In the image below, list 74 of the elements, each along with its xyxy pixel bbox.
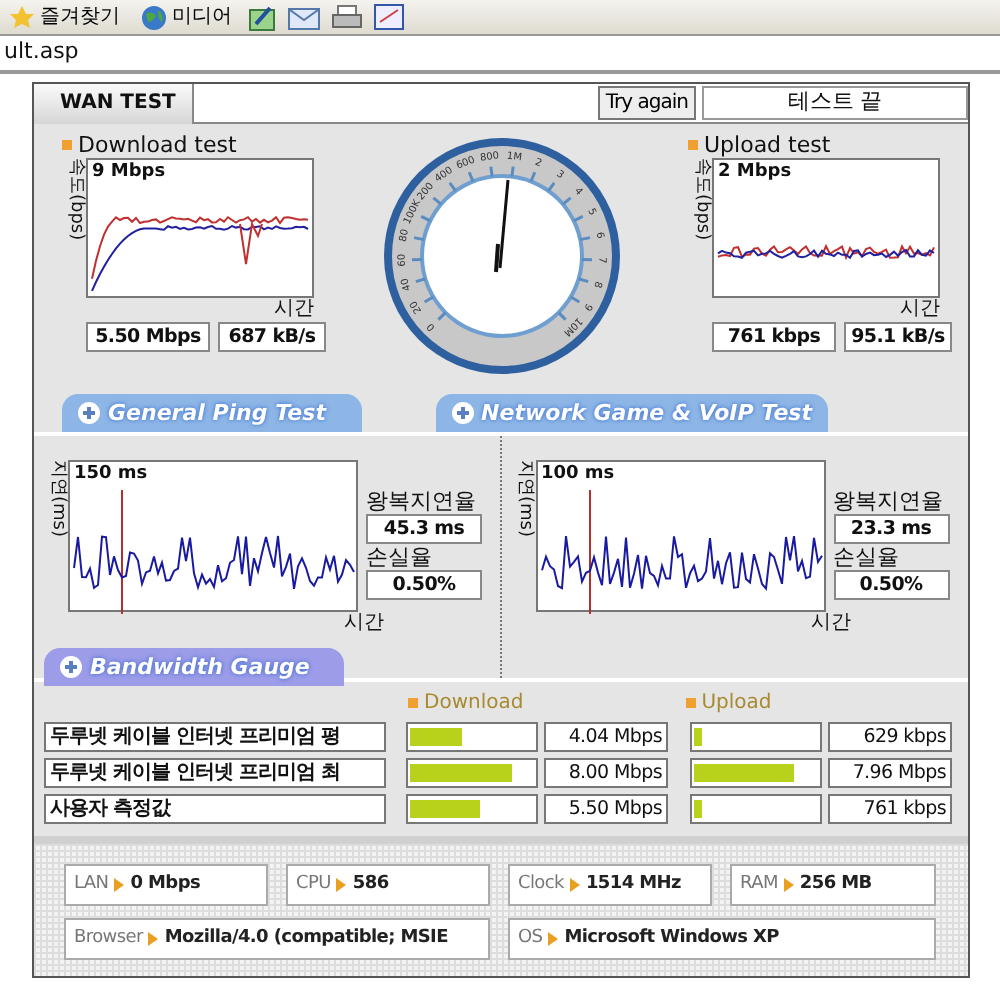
plus-icon: [451, 402, 474, 424]
arrow-icon: [336, 878, 347, 892]
arrow-icon: [569, 878, 580, 892]
value-cell: 4.04 Mbps: [544, 722, 668, 752]
value-cell: 8.00 Mbps: [544, 758, 668, 788]
mail-icon: [288, 5, 320, 29]
value-cell: 7.96 Mbps: [828, 758, 952, 788]
arrow-icon: [114, 878, 125, 892]
info-value: Mozilla/4.0 (compatible; MSIE: [164, 928, 448, 950]
stat-label: 손실율: [366, 544, 434, 571]
info-label: LAN: [74, 874, 109, 896]
info-label: CPU: [296, 874, 331, 896]
value-cell: 629 kbps: [828, 722, 952, 752]
try-again-button[interactable]: Try again: [597, 86, 696, 120]
axis-label: 지연(ms): [513, 460, 535, 541]
info-value: 1514 MHz: [585, 874, 681, 896]
plus-icon: [78, 402, 100, 424]
info-label: Clock: [518, 874, 564, 896]
axis-label: 시간: [809, 612, 851, 636]
address-bar[interactable]: ult.asp: [0, 36, 1000, 74]
printer-icon: [332, 4, 362, 30]
bullet-icon: [688, 140, 698, 151]
arrow-icon: [148, 932, 159, 946]
arrow-icon: [783, 878, 794, 892]
axis-label: 속도(bps): [690, 158, 712, 245]
bullet-icon: [62, 140, 72, 151]
plus-icon: [60, 656, 82, 678]
chart-max-label: 2 Mbps: [718, 162, 792, 184]
axis-label: 시간: [272, 298, 314, 323]
tab-label[interactable]: WAN TEST: [34, 84, 194, 124]
info-label: OS: [518, 928, 543, 950]
value-field: 95.1 kB/s: [844, 322, 952, 353]
arrow-icon: [548, 932, 559, 946]
axis-label: 시간: [342, 612, 384, 636]
document-icon: [374, 4, 404, 30]
value-field: 5.50 Mbps: [86, 322, 210, 353]
value-field: 0.50%: [833, 570, 949, 601]
name-cell: 두루넷 케이블 인터넷 프리미엄 평: [44, 722, 386, 752]
star-icon: [8, 3, 36, 31]
status-field: 테스트 끝: [702, 86, 968, 120]
stat-label: 왕복지연율: [833, 488, 945, 515]
column-header: Upload: [701, 691, 772, 715]
name-cell: 두루넷 케이블 인터넷 프리미엄 최: [44, 758, 386, 788]
globe-icon: [140, 3, 168, 31]
info-value: 0 Mbps: [130, 874, 201, 896]
chart-max-label: 100 ms: [541, 464, 615, 486]
chart-max-label: 150 ms: [74, 464, 148, 486]
info-value: Microsoft Windows XP: [564, 928, 779, 950]
column-header: Download: [424, 691, 524, 715]
value-field: 23.3 ms: [833, 514, 949, 545]
bullet-icon: [685, 698, 696, 708]
value-field: 687 kB/s: [218, 322, 326, 353]
value-cell: 761 kbps: [828, 794, 952, 824]
value-field: 761 kbps: [712, 322, 836, 353]
chart-max-label: 9 Mbps: [92, 162, 166, 184]
axis-label: 지연(ms): [46, 460, 68, 541]
stat-label: 손실율: [833, 544, 901, 571]
toolbar-button[interactable]: 미디어: [136, 3, 236, 31]
stat-label: 왕복지연율: [366, 488, 478, 515]
value-cell: 5.50 Mbps: [544, 794, 668, 824]
info-label: Browser: [74, 928, 143, 950]
edit-icon: [248, 3, 276, 31]
test-title: Upload test: [704, 132, 831, 159]
axis-label: 시간: [898, 298, 940, 323]
info-value: 586: [352, 874, 389, 896]
bullet-icon: [408, 698, 418, 708]
value-field: 0.50%: [366, 570, 482, 601]
info-value: 256 MB: [799, 874, 872, 896]
info-label: RAM: [740, 874, 778, 896]
toolbar-button[interactable]: 즐겨찾기: [4, 3, 124, 31]
value-field: 45.3 ms: [366, 514, 482, 545]
test-title: Download test: [78, 132, 237, 159]
name-cell: 사용자 측정값: [44, 794, 386, 824]
axis-label: 속도(bps): [64, 158, 86, 245]
